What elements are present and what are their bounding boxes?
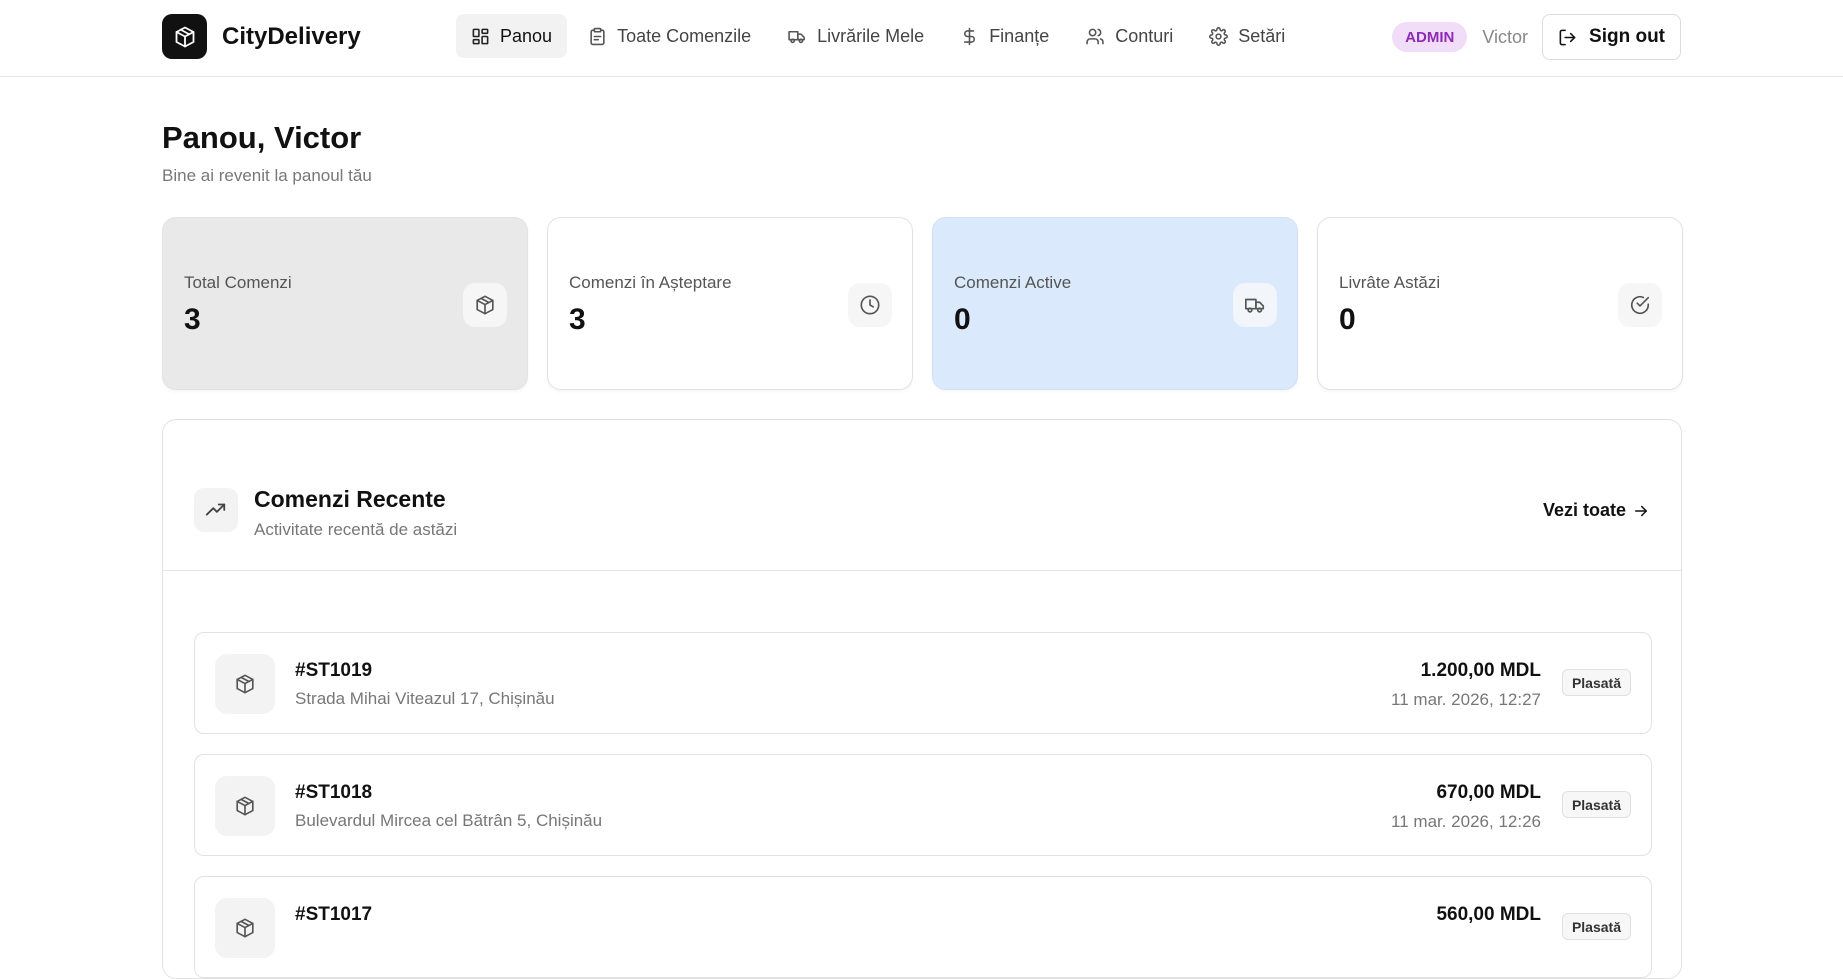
truck-icon bbox=[788, 30, 806, 43]
top-header: CityDelivery Panou Toate Comenzile Livră… bbox=[0, 0, 1843, 77]
order-date: 11 mar. 2026, 12:27 bbox=[1391, 690, 1541, 709]
status-badge: Plasată bbox=[1561, 669, 1631, 696]
stat-value: 3 bbox=[184, 303, 201, 336]
gear-icon bbox=[1209, 26, 1229, 46]
app-name: CityDelivery bbox=[222, 22, 361, 50]
see-all-link[interactable]: Vezi toate bbox=[1543, 500, 1650, 521]
status-badge: Plasată bbox=[1561, 791, 1631, 818]
stat-label: Comenzi în Așteptare bbox=[569, 273, 732, 292]
nav-item-finante[interactable]: Finanțe bbox=[945, 14, 1064, 58]
nav-label: Setări bbox=[1238, 25, 1286, 46]
nav-label: Conturi bbox=[1115, 25, 1174, 46]
arrow-right-icon bbox=[1635, 505, 1647, 516]
nav-label: Panou bbox=[500, 25, 553, 46]
trending-up-icon bbox=[194, 488, 238, 532]
nav-item-conturi[interactable]: Conturi bbox=[1070, 14, 1188, 58]
orders-list: #ST1019 Strada Mihai Viteazul 17, Chișin… bbox=[194, 632, 1652, 978]
stat-value: 0 bbox=[1339, 303, 1356, 336]
panel-title: Comenzi Recente bbox=[254, 486, 446, 512]
order-address: Bulevardul Mircea cel Bătrân 5, Chișinău bbox=[295, 811, 603, 830]
stats-row: Total Comenzi 3 Comenzi în Așteptare 3 C… bbox=[162, 217, 1683, 390]
order-row[interactable]: #ST1017 560,00 MDL Plasată bbox=[194, 876, 1652, 978]
nav-label: Livrările Mele bbox=[817, 25, 925, 46]
app-logo[interactable]: CityDelivery bbox=[162, 14, 361, 59]
main-nav: Panou Toate Comenzile Livrările Mele Fin… bbox=[456, 14, 1306, 58]
order-amount: 560,00 MDL bbox=[1436, 904, 1541, 925]
users-icon bbox=[1086, 28, 1104, 44]
sign-out-button[interactable]: Sign out bbox=[1542, 14, 1681, 60]
stat-label: Comenzi Active bbox=[954, 273, 1072, 292]
box-icon bbox=[215, 776, 275, 836]
order-address: Strada Mihai Viteazul 17, Chișinău bbox=[295, 689, 555, 708]
user-area: ADMIN Victor Sign out bbox=[1392, 14, 1681, 60]
order-date: 11 mar. 2026, 12:26 bbox=[1391, 812, 1541, 831]
stat-card-livrate-astazi[interactable]: Livrâte Astăzi 0 bbox=[1317, 217, 1683, 390]
order-id: #ST1017 bbox=[295, 904, 373, 925]
box-icon bbox=[162, 14, 207, 59]
order-id: #ST1018 bbox=[295, 782, 373, 803]
nav-label: Toate Comenzile bbox=[617, 25, 752, 46]
order-row[interactable]: #ST1019 Strada Mihai Viteazul 17, Chișin… bbox=[194, 632, 1652, 734]
stat-value: 0 bbox=[954, 303, 971, 336]
box-icon bbox=[215, 654, 275, 714]
page-title: Panou, Victor bbox=[162, 120, 362, 155]
recent-orders-panel: Comenzi Recente Activitate recentă de as… bbox=[162, 419, 1682, 979]
clock-icon bbox=[848, 283, 892, 327]
stat-card-comenzi-asteptare[interactable]: Comenzi în Așteptare 3 bbox=[547, 217, 913, 390]
role-badge: ADMIN bbox=[1392, 22, 1468, 52]
order-amount: 1.200,00 MDL bbox=[1420, 660, 1541, 681]
order-meta: 670,00 MDL 11 mar. 2026, 12:26 bbox=[1391, 782, 1541, 832]
dollar-icon bbox=[964, 27, 976, 45]
order-meta: 560,00 MDL bbox=[1436, 904, 1541, 934]
stat-label: Livrâte Astăzi bbox=[1339, 273, 1441, 292]
order-amount: 670,00 MDL bbox=[1436, 782, 1541, 803]
stat-card-comenzi-active[interactable]: Comenzi Active 0 bbox=[932, 217, 1298, 390]
stat-value: 3 bbox=[569, 303, 586, 336]
nav-item-setari[interactable]: Setări bbox=[1194, 14, 1300, 58]
stat-card-total-comenzi[interactable]: Total Comenzi 3 bbox=[162, 217, 528, 390]
nav-label: Finanțe bbox=[989, 25, 1050, 46]
sign-out-label: Sign out bbox=[1589, 26, 1665, 47]
logout-icon bbox=[1559, 29, 1576, 45]
panel-subtitle: Activitate recentă de astăzi bbox=[254, 520, 458, 539]
box-icon bbox=[215, 898, 275, 958]
page-subtitle: Bine ai revenit la panoul tău bbox=[162, 166, 372, 185]
box-icon bbox=[463, 283, 507, 327]
status-badge: Plasată bbox=[1561, 913, 1631, 940]
dashboard-grid-icon bbox=[472, 28, 489, 44]
stat-label: Total Comenzi bbox=[184, 273, 292, 292]
truck-icon bbox=[1233, 283, 1277, 327]
check-circle-icon bbox=[1618, 283, 1662, 327]
order-id: #ST1019 bbox=[295, 660, 373, 681]
order-row[interactable]: #ST1018 Bulevardul Mircea cel Bătrân 5, … bbox=[194, 754, 1652, 856]
user-name: Victor bbox=[1482, 26, 1529, 47]
see-all-label: Vezi toate bbox=[1542, 500, 1626, 520]
nav-item-panou[interactable]: Panou bbox=[456, 14, 568, 58]
nav-item-livrarile-mele[interactable]: Livrările Mele bbox=[772, 14, 939, 58]
order-meta: 1.200,00 MDL 11 mar. 2026, 12:27 bbox=[1391, 660, 1541, 710]
panel-header: Comenzi Recente Activitate recentă de as… bbox=[163, 420, 1681, 571]
nav-item-toate-comenzile[interactable]: Toate Comenzile bbox=[573, 14, 766, 58]
clipboard-icon bbox=[590, 27, 605, 45]
